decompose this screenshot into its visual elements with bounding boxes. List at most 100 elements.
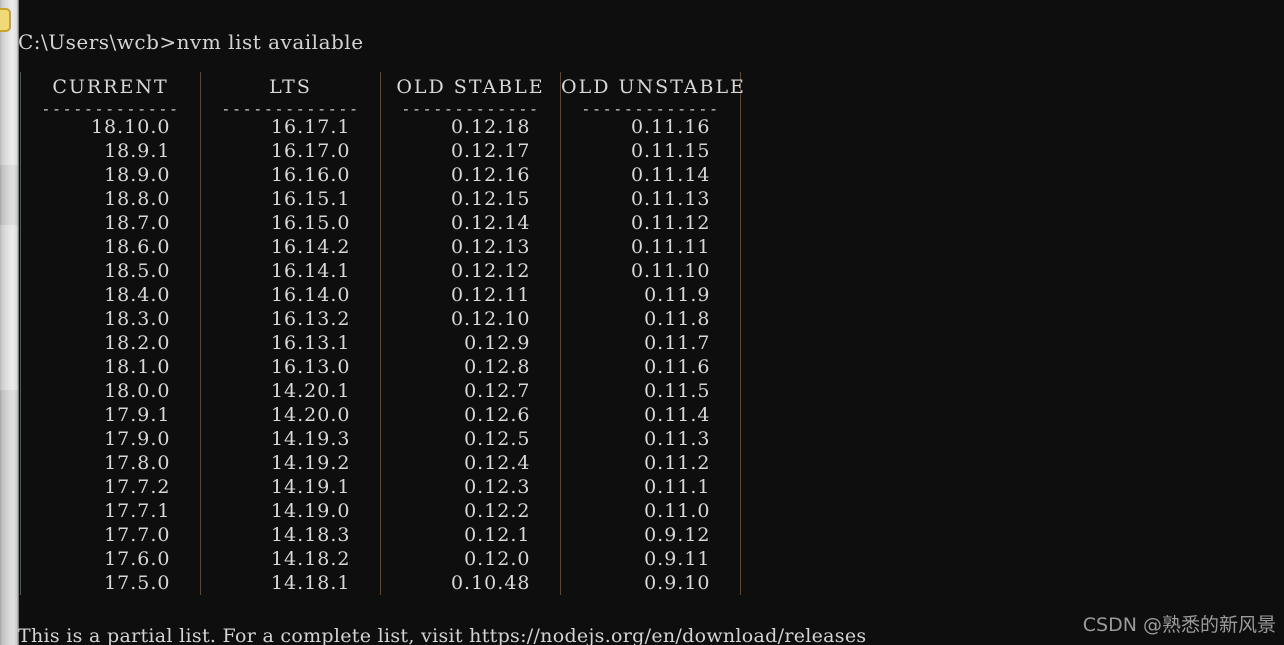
cell-old-stable: 0.12.18 — [380, 115, 561, 139]
version-value: 18.9.1 — [104, 140, 171, 162]
cell-current: 17.9.1 — [20, 403, 201, 427]
version-value: 18.1.0 — [104, 356, 171, 378]
console-output-area: C:\Users\wcb>nvm list available CURRENT … — [18, 0, 1284, 645]
cell-old-stable: 0.12.9 — [380, 331, 561, 355]
scrollbar-track-segment[interactable] — [0, 165, 18, 225]
cell-old-unstable: 0.11.12 — [560, 211, 741, 235]
version-value: 17.5.0 — [104, 572, 171, 594]
cell-lts: 14.18.2 — [200, 547, 381, 571]
table-head: CURRENT LTS OLD STABLE OLD UNSTABLE ----… — [20, 72, 744, 115]
version-value: 16.14.1 — [270, 260, 351, 282]
cell-old-unstable: 0.11.2 — [560, 451, 741, 475]
cell-old-stable: 0.12.11 — [380, 283, 561, 307]
version-value: 0.12.3 — [464, 476, 531, 498]
table-row: 18.7.0 16.15.0 0.12.14 0.11.12 — [20, 211, 741, 235]
cell-current: 17.5.0 — [20, 571, 201, 595]
version-value: 16.14.0 — [270, 284, 351, 306]
version-value: 18.10.0 — [90, 116, 171, 138]
cell-old-stable: 0.12.0 — [380, 547, 561, 571]
table-row: 18.9.1 16.17.0 0.12.17 0.11.15 — [20, 139, 741, 163]
column-header-current: CURRENT — [20, 72, 201, 103]
vertical-scrollbar[interactable] — [0, 0, 18, 645]
version-value: 0.11.12 — [630, 212, 711, 234]
scrollbar-track-segment[interactable] — [0, 390, 18, 645]
cell-old-unstable: 0.11.4 — [560, 403, 741, 427]
cell-lts: 16.13.1 — [200, 331, 381, 355]
version-value: 0.12.12 — [450, 260, 531, 282]
cell-old-unstable: 0.11.5 — [560, 379, 741, 403]
version-value: 17.7.1 — [104, 500, 171, 522]
version-value: 17.7.0 — [104, 524, 171, 546]
version-value: 18.3.0 — [104, 308, 171, 330]
version-value: 0.12.6 — [464, 404, 531, 426]
table-row: 17.6.0 14.18.2 0.12.0 0.9.11 — [20, 547, 741, 571]
version-value: 0.12.15 — [450, 188, 531, 210]
csdn-watermark: CSDN @熟悉的新风景 — [1082, 614, 1276, 636]
cell-current: 18.5.0 — [20, 259, 201, 283]
version-value: 16.13.1 — [270, 332, 351, 354]
cell-lts: 16.13.2 — [200, 307, 381, 331]
scrollbar-thumb[interactable] — [0, 8, 11, 32]
terminal-window: C:\Users\wcb>nvm list available CURRENT … — [0, 0, 1284, 645]
version-value: 0.12.11 — [450, 284, 531, 306]
version-value: 0.11.7 — [644, 332, 711, 354]
cell-lts: 16.17.0 — [200, 139, 381, 163]
cell-lts: 14.18.3 — [200, 523, 381, 547]
version-value: 14.20.0 — [270, 404, 351, 426]
cell-old-stable: 0.12.3 — [380, 475, 561, 499]
cell-old-stable: 0.12.14 — [380, 211, 561, 235]
version-value: 0.11.14 — [630, 164, 711, 186]
cell-old-stable: 0.12.13 — [380, 235, 561, 259]
version-value: 16.15.1 — [270, 188, 351, 210]
cell-old-stable: 0.12.12 — [380, 259, 561, 283]
table-row: 17.8.0 14.19.2 0.12.4 0.11.2 — [20, 451, 741, 475]
cell-old-unstable: 0.11.16 — [560, 115, 741, 139]
header-rule: ------------- — [41, 103, 180, 115]
version-value: 0.11.15 — [630, 140, 711, 162]
cell-old-unstable: 0.11.1 — [560, 475, 741, 499]
cell-old-stable: 0.12.1 — [380, 523, 561, 547]
version-value: 0.11.9 — [644, 284, 711, 306]
version-value: 0.12.18 — [450, 116, 531, 138]
column-header-label: LTS — [269, 76, 312, 98]
version-value: 0.12.8 — [464, 356, 531, 378]
version-value: 18.4.0 — [104, 284, 171, 306]
version-value: 0.9.11 — [644, 548, 711, 570]
version-value: 0.12.7 — [464, 380, 531, 402]
cell-old-unstable: 0.11.15 — [560, 139, 741, 163]
cell-current: 18.9.1 — [20, 139, 201, 163]
version-value: 0.11.6 — [644, 356, 711, 378]
cell-old-unstable: 0.11.8 — [560, 307, 741, 331]
cell-current: 18.9.0 — [20, 163, 201, 187]
version-value: 14.19.0 — [270, 500, 351, 522]
cell-current: 17.8.0 — [20, 451, 201, 475]
cell-old-unstable: 0.11.3 — [560, 427, 741, 451]
column-header-lts: LTS — [200, 72, 381, 103]
version-value: 18.8.0 — [104, 188, 171, 210]
cell-lts: 14.19.0 — [200, 499, 381, 523]
version-value: 18.9.0 — [104, 164, 171, 186]
cell-old-stable: 0.12.6 — [380, 403, 561, 427]
cell-lts: 16.14.0 — [200, 283, 381, 307]
version-value: 16.17.0 — [270, 140, 351, 162]
cell-old-unstable: 0.11.14 — [560, 163, 741, 187]
version-value: 0.9.10 — [644, 572, 711, 594]
column-header-old-stable: OLD STABLE — [380, 72, 561, 103]
cell-lts: 14.19.2 — [200, 451, 381, 475]
version-value: 0.12.0 — [464, 548, 531, 570]
version-value: 17.6.0 — [104, 548, 171, 570]
cell-current: 18.10.0 — [20, 115, 201, 139]
version-value: 14.19.2 — [270, 452, 351, 474]
cell-lts: 14.20.1 — [200, 379, 381, 403]
table-row: 18.1.0 16.13.0 0.12.8 0.11.6 — [20, 355, 741, 379]
cell-current: 17.7.0 — [20, 523, 201, 547]
cell-lts: 14.18.1 — [200, 571, 381, 595]
cell-lts: 16.14.1 — [200, 259, 381, 283]
version-value: 0.12.17 — [450, 140, 531, 162]
footer-note: This is a partial list. For a complete l… — [18, 625, 867, 645]
version-value: 16.16.0 — [270, 164, 351, 186]
version-value: 16.14.2 — [270, 236, 351, 258]
table-header-row: CURRENT LTS OLD STABLE OLD UNSTABLE — [20, 72, 744, 103]
version-value: 18.0.0 — [104, 380, 171, 402]
cell-lts: 14.19.1 — [200, 475, 381, 499]
